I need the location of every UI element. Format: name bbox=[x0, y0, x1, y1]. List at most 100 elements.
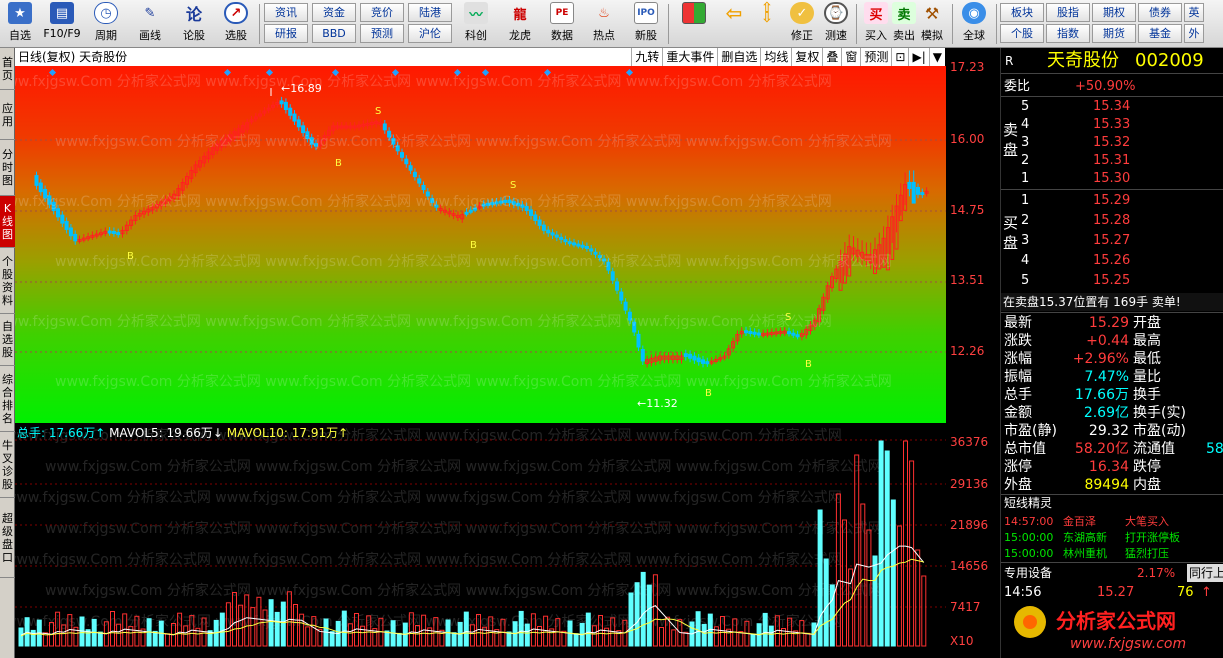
auction-button[interactable]: 竞价 bbox=[360, 3, 404, 22]
remove-watchlist-button[interactable]: 删自选 bbox=[717, 48, 760, 66]
back-button[interactable]: ⇦ bbox=[716, 1, 752, 46]
sell-level[interactable]: 2 15.31 bbox=[1001, 152, 1223, 170]
buy-level[interactable]: 5 15.25 bbox=[1001, 272, 1223, 290]
forecast-chart-button[interactable]: 预测 bbox=[860, 48, 891, 66]
index-button[interactable]: 指数 bbox=[1046, 24, 1090, 43]
bbd-button[interactable]: BBD bbox=[312, 24, 356, 43]
window-button[interactable]: 窗 bbox=[841, 48, 860, 66]
futures-button[interactable]: 期货 bbox=[1092, 24, 1136, 43]
toolbar-divider bbox=[856, 4, 857, 44]
up-down-icon: ⇧ ⇩ bbox=[761, 0, 773, 26]
volume-bar bbox=[384, 630, 390, 647]
sell-level[interactable]: 4 15.33 bbox=[1001, 116, 1223, 134]
correct-button[interactable]: ✓ 修正 bbox=[784, 2, 820, 46]
forecast-button[interactable]: 预测 bbox=[360, 24, 404, 43]
lock-icon[interactable]: ⊡ bbox=[891, 48, 908, 66]
volume-bar bbox=[890, 499, 896, 647]
data-button[interactable]: PE 数据 bbox=[544, 2, 580, 46]
volume-bar bbox=[451, 632, 457, 647]
sell-level[interactable]: 5 15.34 bbox=[1001, 98, 1223, 116]
nine-turn-button[interactable]: 九转 bbox=[631, 48, 662, 66]
volume-bar bbox=[341, 610, 347, 647]
tab-super-order[interactable]: 超级盘口 bbox=[0, 498, 15, 578]
simulate-button[interactable]: ⚒ 模拟 bbox=[914, 2, 950, 46]
volume-bar bbox=[738, 631, 744, 647]
shanghai-london-button[interactable]: 沪伦 bbox=[408, 24, 452, 43]
star-market-button[interactable]: 〰 科创 bbox=[458, 2, 494, 46]
candle-body bbox=[563, 239, 568, 243]
watermark-text: www.fxjgsw.Com 分析家公式网 www.fxjgsw.Com 分析家… bbox=[15, 551, 842, 568]
scroll-up-down-button[interactable]: ⇧ ⇩ bbox=[752, 0, 782, 46]
funds-button[interactable]: 资金 bbox=[312, 3, 356, 22]
buy-level[interactable]: 1 15.29 bbox=[1001, 192, 1223, 210]
speed-test-button[interactable]: ⌚ 测速 bbox=[818, 2, 854, 46]
discuss-button[interactable]: 论 论股 bbox=[176, 2, 212, 46]
candle-body bbox=[529, 209, 533, 216]
sprite-item[interactable]: 15:00:00 林州重机 猛烈打压 bbox=[1001, 546, 1223, 562]
tab-ranking[interactable]: 综合排名 bbox=[0, 366, 15, 432]
globe-icon: ◉ bbox=[962, 2, 986, 24]
data-icon: PE bbox=[550, 2, 574, 24]
tab-apps[interactable]: 应用 bbox=[0, 90, 15, 140]
select-icon: ↗ bbox=[224, 2, 248, 24]
watchlist-button[interactable]: ★ 自选 bbox=[2, 2, 38, 46]
tab-profile[interactable]: 个股资料 bbox=[0, 248, 15, 314]
candle-body bbox=[537, 219, 542, 226]
tab-kline[interactable]: K线图 bbox=[0, 196, 15, 248]
draw-line-button[interactable]: ✎ 画线 bbox=[132, 2, 168, 46]
sprite-item[interactable]: 14:57:00 金百泽 大笔买入 bbox=[1001, 514, 1223, 530]
adjust-button[interactable]: 复权 bbox=[791, 48, 822, 66]
forex-button[interactable]: 外 bbox=[1184, 24, 1204, 43]
candle-body bbox=[636, 333, 641, 348]
major-events-button[interactable]: 重大事件 bbox=[662, 48, 717, 66]
moving-average-button[interactable]: 均线 bbox=[760, 48, 791, 66]
info-button[interactable]: 资讯 bbox=[264, 3, 308, 22]
uk-button[interactable]: 英 bbox=[1184, 3, 1204, 22]
quote-row: 金额 2.69亿 换手(实) bbox=[1004, 405, 1186, 421]
tab-intraday[interactable]: 分时图 bbox=[0, 140, 15, 196]
volume-bar bbox=[695, 611, 701, 647]
hot-button[interactable]: ♨ 热点 bbox=[586, 2, 622, 46]
f10-button[interactable]: ▤ F10/F9 bbox=[43, 2, 81, 46]
candle-body bbox=[623, 301, 628, 311]
fund-button[interactable]: 基金 bbox=[1138, 24, 1182, 43]
layout-button[interactable] bbox=[676, 2, 712, 46]
buy-level[interactable]: 4 15.26 bbox=[1001, 252, 1223, 270]
sell-level[interactable]: 1 15.30 bbox=[1001, 170, 1223, 188]
options-button[interactable]: 期权 bbox=[1092, 3, 1136, 22]
buy-icon: 买 bbox=[864, 2, 888, 24]
global-button[interactable]: ◉ 全球 bbox=[956, 2, 992, 46]
tab-home[interactable]: 首页 bbox=[0, 48, 15, 90]
volume-bar bbox=[463, 611, 469, 647]
candle-body bbox=[38, 182, 43, 193]
tab-diagnosis[interactable]: 牛叉诊股 bbox=[0, 432, 15, 498]
futures-index-button[interactable]: 股指 bbox=[1046, 3, 1090, 22]
ipo-icon: IPO bbox=[634, 2, 658, 24]
bonds-button[interactable]: 债券 bbox=[1138, 3, 1182, 22]
play-end-icon[interactable]: ▶| bbox=[908, 48, 928, 66]
industry-row: 专用设备 2.17% 同行上 bbox=[1001, 564, 1223, 582]
candle-body bbox=[580, 244, 585, 248]
candle-body bbox=[907, 181, 912, 189]
ipo-button[interactable]: IPO 新股 bbox=[628, 2, 664, 46]
buy-level[interactable]: 3 15.27 bbox=[1001, 232, 1223, 250]
chart-header: 日线(复权) 天奇股份 九转 重大事件 删自选 均线 复权 叠 窗 预测 ⊡ ▶… bbox=[15, 48, 945, 66]
hk-connect-button[interactable]: 陆港 bbox=[408, 3, 452, 22]
stocks-button[interactable]: 个股 bbox=[1000, 24, 1044, 43]
overlay-button[interactable]: 叠 bbox=[822, 48, 841, 66]
volume-chart[interactable]: www.fxjgsw.Com 分析家公式网 www.fxjgsw.Com 分析家… bbox=[15, 424, 946, 650]
sprite-item[interactable]: 15:00:00 东湖高新 打开涨停板 bbox=[1001, 530, 1223, 546]
sector-button[interactable]: 板块 bbox=[1000, 3, 1044, 22]
dragon-tiger-button[interactable]: 龍 龙虎 bbox=[502, 2, 538, 46]
chevron-down-icon[interactable]: ▼ bbox=[928, 48, 945, 66]
period-button[interactable]: ◷ 周期 bbox=[88, 2, 124, 46]
peer-button[interactable]: 同行上 bbox=[1187, 564, 1223, 582]
candle-body bbox=[787, 331, 791, 335]
research-button[interactable]: 研报 bbox=[264, 24, 308, 43]
tab-watchlist[interactable]: 自选股 bbox=[0, 314, 15, 366]
price-chart[interactable]: B B S B S B S B ←16.89 ←11.32 www.fxjgsw.Com 分析家公式… bbox=[15, 66, 946, 423]
volume-bar bbox=[683, 631, 689, 647]
sell-level[interactable]: 3 15.32 bbox=[1001, 134, 1223, 152]
stock-select-button[interactable]: ↗ 选股 bbox=[218, 2, 254, 46]
buy-level[interactable]: 2 15.28 bbox=[1001, 212, 1223, 230]
